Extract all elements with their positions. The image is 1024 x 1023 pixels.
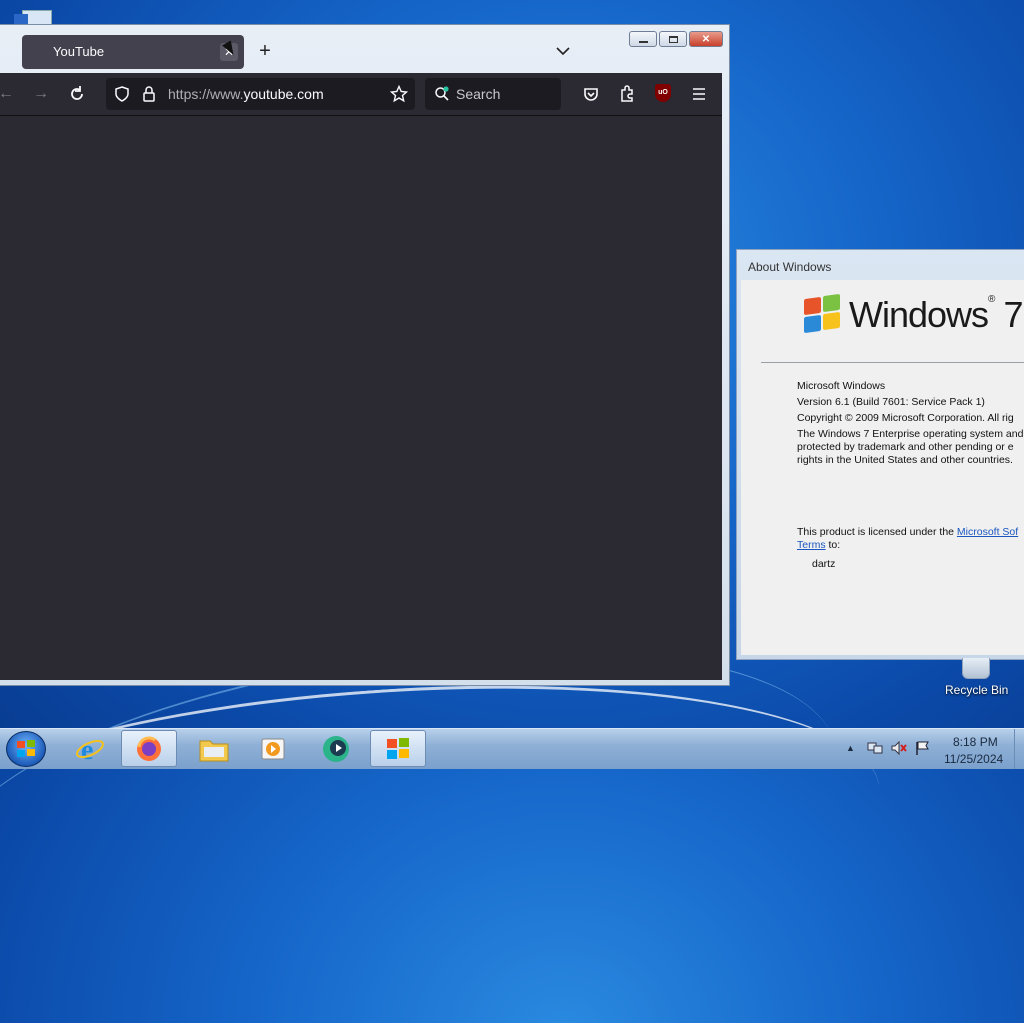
action-center-flag-icon[interactable] — [915, 741, 931, 755]
media-player-icon — [261, 738, 285, 759]
pocket-icon[interactable] — [581, 84, 601, 104]
windows-logo-text: Windows® 7 — [849, 294, 1023, 335]
logo-version: 7 — [1003, 294, 1023, 335]
tab-strip: YouTube ✕ + — [0, 25, 730, 75]
dialog-title: About Windows — [748, 260, 832, 274]
search-icon[interactable] — [434, 86, 450, 102]
folder-icon — [199, 740, 229, 761]
about-line-copyright: Copyright © 2009 Microsoft Corporation. … — [797, 412, 1014, 424]
green-app-icon — [323, 735, 349, 762]
chevron-down-icon[interactable] — [554, 42, 572, 60]
start-button[interactable] — [6, 731, 46, 767]
windows-start-icon — [17, 740, 35, 757]
url-prefix: https://www. — [168, 86, 244, 102]
licensee-name: dartz — [812, 558, 836, 570]
windows-flag-taskbar-icon — [387, 737, 409, 759]
tab-title: YouTube — [53, 44, 105, 59]
extensions-puzzle-icon[interactable] — [617, 84, 637, 104]
taskbar-firefox[interactable] — [121, 730, 177, 767]
recycle-bin-icon[interactable] — [962, 658, 990, 679]
license-statement-2: Terms to: — [797, 539, 840, 551]
recycle-bin-label[interactable]: Recycle Bin — [945, 683, 1008, 697]
minimize-button[interactable] — [629, 31, 657, 47]
firefox-window: YouTube ✕ + ✕ ← → https://www.youtube.co… — [0, 24, 730, 686]
internet-explorer-icon: e — [76, 735, 104, 764]
shield-icon[interactable] — [114, 86, 130, 102]
desktop-icon-computer[interactable] — [14, 10, 62, 26]
taskbar-file-explorer[interactable] — [186, 730, 242, 767]
url-text[interactable]: https://www.youtube.com — [168, 86, 324, 102]
new-tab-icon[interactable]: + — [256, 41, 274, 61]
license-suffix: to: — [825, 539, 841, 551]
reload-icon[interactable] — [67, 84, 87, 104]
svg-text:e: e — [81, 735, 93, 764]
search-bar[interactable]: Search — [425, 78, 561, 110]
clock-time[interactable]: 8:18 PM — [953, 735, 998, 749]
about-line-product: Microsoft Windows — [797, 380, 886, 392]
url-bar[interactable]: https://www.youtube.com — [106, 78, 415, 110]
logo-word: Windows — [849, 294, 989, 335]
hamburger-menu-icon[interactable] — [689, 84, 709, 104]
license-terms-link[interactable]: Microsoft Sof — [957, 526, 1018, 538]
lock-icon[interactable] — [142, 86, 156, 102]
about-line-version: Version 6.1 (Build 7601: Service Pack 1) — [797, 396, 985, 408]
tray-expand-arrow-icon[interactable]: ▲ — [846, 743, 855, 753]
volume-muted-icon[interactable] — [891, 741, 907, 755]
navigation-toolbar: ← → https://www.youtube.com Search uO — [0, 73, 722, 115]
forward-arrow-icon[interactable]: → — [31, 84, 51, 104]
back-arrow-icon[interactable]: ← — [0, 84, 16, 104]
network-icon[interactable] — [867, 741, 883, 755]
close-button[interactable]: ✕ — [689, 31, 723, 47]
license-terms-link-2[interactable]: Terms — [797, 539, 826, 551]
star-bookmark-icon[interactable] — [390, 85, 408, 103]
about-line-legal-3: rights in the United States and other co… — [797, 454, 1013, 466]
window-controls: ✕ — [629, 31, 723, 47]
page-content-area[interactable] — [0, 115, 722, 680]
taskbar: e ▲ 8:18 PM 11/25/2024 — [0, 728, 1024, 769]
firefox-icon — [137, 735, 161, 761]
maximize-button[interactable] — [659, 31, 687, 47]
url-domain: youtube.com — [243, 86, 324, 102]
about-line-legal-1: The Windows 7 Enterprise operating syste… — [797, 428, 1024, 440]
license-prefix: This product is licensed under the — [797, 526, 957, 538]
taskbar-media-player[interactable] — [245, 730, 301, 767]
taskbar-internet-explorer[interactable]: e — [62, 730, 118, 767]
taskbar-windows-about[interactable] — [370, 730, 426, 767]
license-statement: This product is licensed under the Micro… — [797, 526, 1018, 538]
show-desktop-button[interactable] — [1014, 729, 1024, 769]
dialog-divider — [761, 362, 1024, 363]
about-line-legal-2: protected by trademark and other pending… — [797, 441, 1014, 453]
dialog-body: Windows® 7 Microsoft Windows Version 6.1… — [741, 280, 1024, 655]
about-windows-dialog: About Windows Windows® 7 Microsoft Windo… — [736, 249, 1024, 660]
search-placeholder: Search — [456, 86, 501, 102]
windows-flag-icon — [804, 293, 844, 334]
tab-youtube[interactable]: YouTube ✕ — [22, 35, 244, 69]
clock-date[interactable]: 11/25/2024 — [944, 752, 1003, 766]
ublock-origin-icon[interactable]: uO — [655, 84, 671, 102]
taskbar-app-green[interactable] — [308, 730, 364, 767]
